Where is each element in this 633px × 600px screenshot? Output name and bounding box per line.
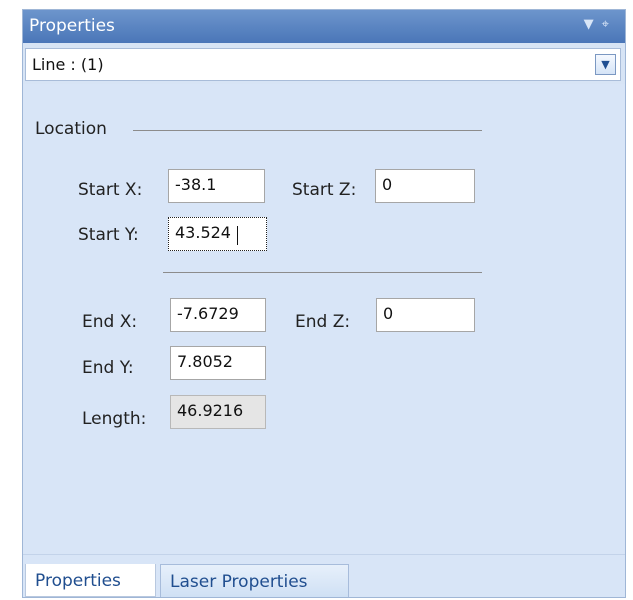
chevron-down-icon[interactable]: ▼ <box>595 54 616 75</box>
length-value: 46.9216 <box>170 395 266 429</box>
end-y-label: End Y: <box>82 358 134 378</box>
end-y-input[interactable]: 7.8052 <box>170 346 266 380</box>
start-y-input-text: 43.524 <box>175 223 231 242</box>
start-z-label: Start Z: <box>292 180 357 200</box>
tab-properties[interactable]: Properties <box>25 564 156 597</box>
panel-title: Properties <box>29 16 115 36</box>
panel-header-icons: ▼⌖ <box>584 17 617 32</box>
start-y-label: Start Y: <box>78 225 139 245</box>
location-group-line <box>133 130 482 131</box>
location-group-title: Location <box>35 119 107 139</box>
start-z-input[interactable]: 0 <box>375 169 475 203</box>
end-z-input[interactable]: 0 <box>376 298 475 332</box>
properties-content: Location Start X: -38.1 Start Z: 0 Start… <box>23 84 625 559</box>
tab-laser-properties[interactable]: Laser Properties <box>160 564 349 597</box>
object-selector[interactable]: Line : (1) ▼ <box>25 48 621 81</box>
start-x-label: Start X: <box>78 180 143 200</box>
panel-title-bar: Properties ▼⌖ <box>23 10 625 43</box>
object-selector-value: Line : (1) <box>32 55 104 74</box>
text-caret <box>237 226 238 245</box>
panel-tab-strip: Properties Laser Properties <box>23 554 625 597</box>
end-z-label: End Z: <box>295 312 351 332</box>
end-x-input[interactable]: -7.6729 <box>170 298 266 332</box>
end-x-label: End X: <box>82 312 138 332</box>
properties-panel: Properties ▼⌖ Line : (1) ▼ Location Star… <box>22 9 626 598</box>
length-label: Length: <box>82 409 147 429</box>
start-y-input[interactable]: 43.524 <box>168 217 267 251</box>
chevron-down-icon[interactable]: ▼ <box>584 17 602 32</box>
pin-icon[interactable]: ⌖ <box>602 17 617 32</box>
start-x-input[interactable]: -38.1 <box>168 169 265 203</box>
location-divider <box>163 272 482 273</box>
